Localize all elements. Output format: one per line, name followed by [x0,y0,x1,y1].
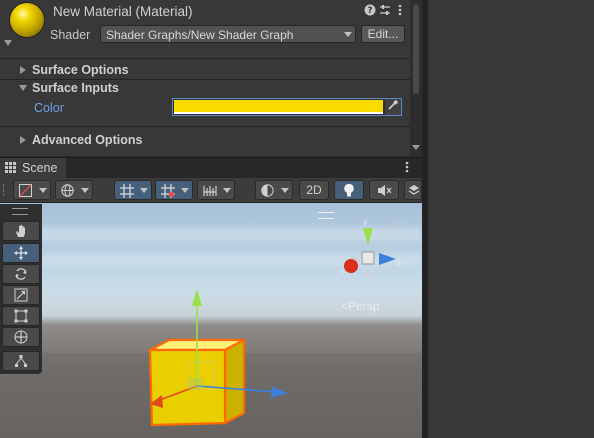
scene-grid-icon [5,162,16,176]
shader-dropdown[interactable]: Shader Graphs/New Shader Graph [100,25,356,43]
color-swatch[interactable] [174,100,383,112]
move-tool-button[interactable] [2,243,40,263]
section-label-surface-inputs: Surface Inputs [32,81,119,95]
chevron-down-icon [19,85,27,91]
rotate-tool-button[interactable] [2,264,40,284]
presets-sliders-icon[interactable] [378,4,392,18]
foldout-surface-options[interactable]: Surface Options [0,61,410,79]
shader-label: Shader [50,28,91,42]
shading-mode-button[interactable] [255,180,293,200]
chevron-left-icon: < [341,299,349,313]
chevron-down-icon [81,188,89,193]
foldout-advanced-options[interactable]: Advanced Options [0,131,410,149]
foldout-arrow-icon[interactable] [4,40,12,46]
color-field[interactable] [172,98,402,116]
empty-panel [428,0,594,438]
scene-viewport[interactable]: y z x <Persp [0,203,422,438]
color-property-label: Color [34,101,64,115]
increment-snapping-button[interactable] [197,180,235,200]
toggle-2d-button[interactable]: 2D [299,180,329,200]
chevron-down-icon [39,188,47,193]
help-icon[interactable]: ? [363,4,377,18]
chevron-right-icon [20,136,26,144]
chevron-down-icon [281,188,289,193]
foldout-surface-inputs[interactable]: Surface Inputs [0,79,410,97]
alpha-bar [174,112,383,114]
tab-scene[interactable]: Scene [0,158,66,179]
toolbar-grip-icon [3,184,6,196]
divider [0,126,410,127]
scrollbar-thumb[interactable] [413,4,419,94]
tab-scene-label: Scene [22,161,58,175]
inspector-scrollbar[interactable] [410,0,422,156]
svg-text:?: ? [367,6,372,16]
chevron-down-icon [140,188,148,193]
material-inspector: New Material (Material) ? Shader Shader … [0,0,410,156]
draw-mode-button[interactable] [13,180,51,200]
effects-toggle-button[interactable] [404,180,422,200]
chevron-down-icon [181,188,189,193]
divider [0,58,410,59]
gizmos-grid-button[interactable] [114,180,152,200]
material-title: New Material (Material) [53,4,193,19]
shader-dropdown-value: Shader Graphs/New Shader Graph [106,28,294,42]
transform-tool-button[interactable] [2,327,40,347]
tools-overlay [0,204,42,374]
view-mode-label: Persp [348,299,380,313]
hand-tool-button[interactable] [2,221,40,241]
svg-text:z: z [397,259,401,268]
scale-tool-button[interactable] [2,285,40,305]
kebab-menu-icon[interactable] [393,4,407,18]
lighting-toggle-button[interactable] [334,180,364,200]
render-mode-button[interactable] [55,180,93,200]
material-preview-sphere[interactable] [10,3,44,37]
grid-snapping-button[interactable] [155,180,193,200]
rect-tool-button[interactable] [2,306,40,326]
section-label-surface-options: Surface Options [32,63,129,77]
chevron-down-icon [223,188,231,193]
scene-objects-layer: y z x [0,217,422,438]
chevron-right-icon [20,66,26,74]
scene-tab-bar: Scene [0,157,422,179]
chevron-down-icon [344,32,352,37]
scene-toolbar: 2D [0,178,422,203]
orientation-gizmo[interactable]: y z x [339,217,402,277]
edit-shader-button[interactable]: Edit... [361,25,405,43]
section-label-advanced-options: Advanced Options [32,133,143,147]
custom-tool-button[interactable] [2,351,40,371]
perspective-label[interactable]: <Persp [341,299,379,313]
svg-text:y: y [363,217,368,226]
svg-text:x: x [339,267,344,276]
eyedropper-icon[interactable] [385,99,401,115]
audio-toggle-button[interactable] [369,180,399,200]
scroll-down-arrow-icon[interactable] [412,145,420,150]
kebab-menu-icon[interactable] [405,161,409,176]
overlay-drag-handle-icon[interactable] [12,208,28,215]
